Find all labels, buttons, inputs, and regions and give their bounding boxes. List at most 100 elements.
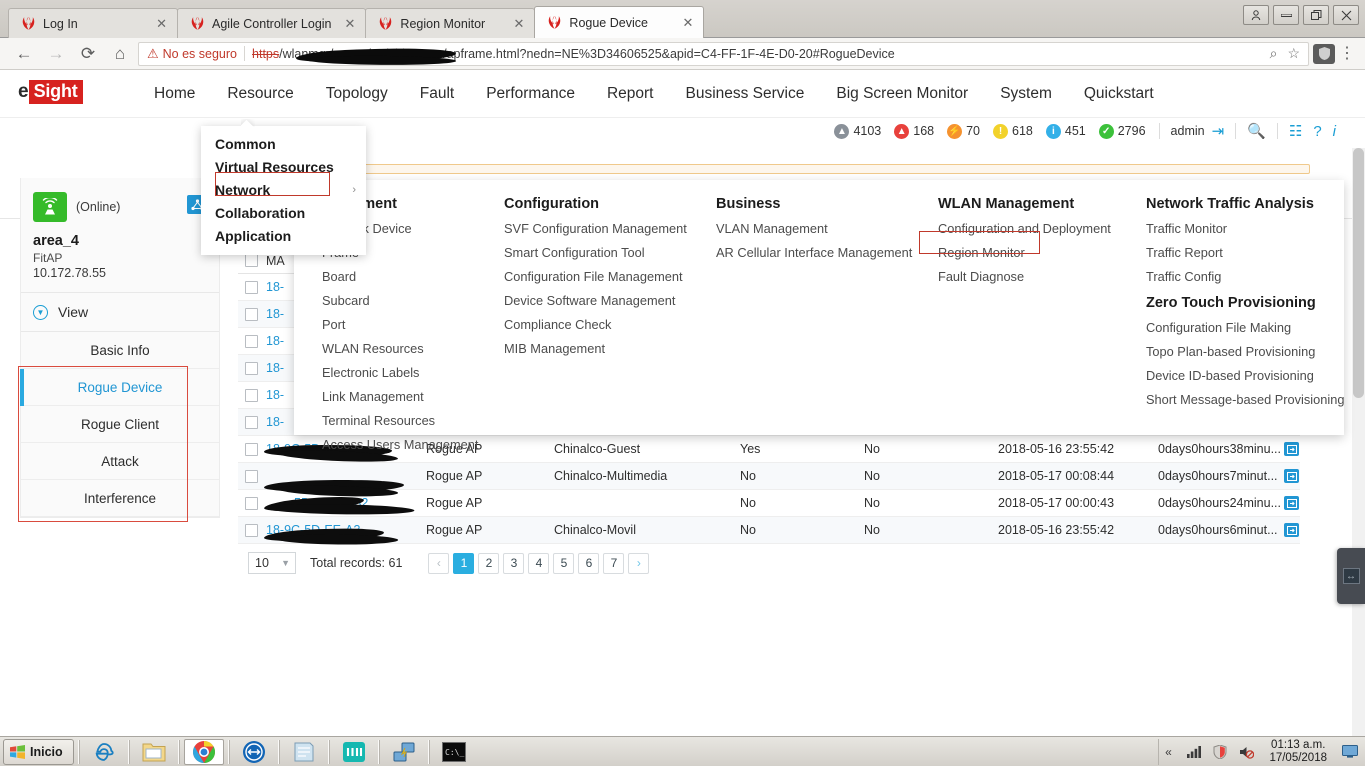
address-bar[interactable]: ⚠ No es seguro https/wlanmgr/pages/ap/ob… bbox=[138, 41, 1309, 66]
cell-mac[interactable]: 5D-EE-A3-32 bbox=[263, 494, 426, 514]
row-checkbox[interactable] bbox=[238, 496, 264, 510]
row-checkbox[interactable] bbox=[238, 523, 264, 537]
row-checkbox[interactable] bbox=[238, 361, 264, 375]
taskbar-item-terminal[interactable]: C:\_ bbox=[434, 739, 474, 765]
page-size-select[interactable]: 10 ▼ bbox=[248, 552, 296, 574]
submenu-link-link-management[interactable]: Link Management bbox=[322, 389, 504, 404]
start-button[interactable]: Inicio bbox=[3, 738, 74, 765]
bookmark-star-icon[interactable]: ☆ bbox=[1287, 45, 1300, 62]
esight-logo[interactable]: e Sight bbox=[18, 80, 83, 104]
submenu-link-vlan-management[interactable]: VLAN Management bbox=[716, 221, 938, 236]
sidebar-item-rogue-client[interactable]: Rogue Client bbox=[21, 406, 219, 443]
submenu-link-svf-configuration-management[interactable]: SVF Configuration Management bbox=[504, 221, 716, 236]
taskbar-item-folder[interactable] bbox=[134, 739, 174, 765]
status-badge-warning[interactable]: ! 618 bbox=[993, 123, 1033, 139]
volume-muted-icon[interactable] bbox=[1237, 743, 1255, 761]
status-badge-info[interactable]: i 451 bbox=[1045, 123, 1086, 139]
taskbar-item-notepad[interactable] bbox=[284, 739, 324, 765]
close-icon[interactable]: ✕ bbox=[150, 16, 167, 32]
prev-page-button[interactable]: ‹ bbox=[428, 552, 450, 574]
sidebar-item-rogue-device[interactable]: Rogue Device bbox=[21, 369, 219, 406]
submenu-link-traffic-monitor[interactable]: Traffic Monitor bbox=[1146, 221, 1346, 236]
locate-icon[interactable] bbox=[1284, 523, 1299, 537]
nav-item-quickstart[interactable]: Quickstart bbox=[1068, 70, 1170, 118]
dropdown-item-application[interactable]: Application bbox=[201, 224, 366, 247]
nav-item-business-service[interactable]: Business Service bbox=[669, 70, 820, 118]
submenu-link-wlan-resources[interactable]: WLAN Resources bbox=[322, 341, 504, 356]
security-warning[interactable]: ⚠ No es seguro bbox=[147, 46, 237, 62]
submenu-link-electronic-labels[interactable]: Electronic Labels bbox=[322, 365, 504, 380]
floating-toolbar-widget[interactable]: ↔ bbox=[1337, 548, 1365, 604]
sitemap-icon[interactable]: ☷ bbox=[1289, 122, 1302, 140]
row-checkbox[interactable] bbox=[238, 415, 264, 429]
page-button-1[interactable]: 1 bbox=[453, 552, 475, 574]
dropdown-item-virtual-resources[interactable]: Virtual Resources bbox=[201, 155, 366, 178]
taskbar-item-internet-explorer[interactable] bbox=[84, 739, 124, 765]
submenu-link-traffic-report[interactable]: Traffic Report bbox=[1146, 245, 1346, 260]
taskbar-clock[interactable]: 01:13 a.m. 17/05/2018 bbox=[1263, 739, 1333, 765]
expand-tray-icon[interactable]: « bbox=[1159, 743, 1177, 761]
row-checkbox[interactable] bbox=[238, 280, 264, 294]
submenu-link-board[interactable]: Board bbox=[322, 269, 504, 284]
submenu-link-smart-configuration-tool[interactable]: Smart Configuration Tool bbox=[504, 245, 716, 260]
page-button-4[interactable]: 4 bbox=[528, 552, 550, 574]
cell-mac[interactable]: 18-9C-5D-EE-A3- bbox=[263, 523, 426, 544]
sidebar-item-attack[interactable]: Attack bbox=[21, 443, 219, 480]
select-all-checkbox[interactable] bbox=[238, 254, 264, 267]
cell-action[interactable] bbox=[1284, 469, 1324, 483]
submenu-link-ar-cellular-interface-management[interactable]: AR Cellular Interface Management bbox=[716, 245, 938, 260]
nav-item-topology[interactable]: Topology bbox=[310, 70, 404, 118]
row-checkbox[interactable] bbox=[238, 388, 264, 402]
nav-item-report[interactable]: Report bbox=[591, 70, 670, 118]
row-checkbox[interactable] bbox=[238, 442, 264, 456]
page-button-2[interactable]: 2 bbox=[478, 552, 500, 574]
submenu-link-topo-plan-based-provisioning[interactable]: Topo Plan-based Provisioning bbox=[1146, 344, 1346, 359]
submenu-link-compliance-check[interactable]: Compliance Check bbox=[504, 317, 716, 332]
page-button-5[interactable]: 5 bbox=[553, 552, 575, 574]
table-row[interactable]: 18-9C-5D-EE-A3- Rogue AP Chinalco-Movil … bbox=[238, 517, 1300, 544]
table-row[interactable]: Rogue AP Chinalco-Multimedia No No 2018-… bbox=[238, 463, 1300, 493]
page-scrollbar[interactable] bbox=[1352, 148, 1365, 736]
taskbar-item-chrome[interactable] bbox=[183, 738, 224, 765]
submenu-link-subcard[interactable]: Subcard bbox=[322, 293, 504, 308]
home-icon[interactable]: ⌂ bbox=[106, 41, 134, 67]
dropdown-item-collaboration[interactable]: Collaboration bbox=[201, 201, 366, 224]
scrollbar-thumb[interactable] bbox=[1353, 148, 1364, 398]
page-button-3[interactable]: 3 bbox=[503, 552, 525, 574]
submenu-link-configuration-and-deployment[interactable]: Configuration and Deployment bbox=[938, 221, 1146, 236]
close-icon[interactable]: ✕ bbox=[508, 16, 525, 32]
browser-tab-1[interactable]: Log In ✕ bbox=[8, 8, 178, 38]
dropdown-item-common[interactable]: Common bbox=[201, 132, 366, 155]
signal-icon[interactable] bbox=[1185, 743, 1203, 761]
row-checkbox[interactable] bbox=[238, 469, 264, 483]
reload-icon[interactable]: ⟳ bbox=[74, 41, 102, 67]
dropdown-item-network[interactable]: Network › bbox=[201, 178, 366, 201]
extension-icon[interactable] bbox=[1313, 43, 1335, 64]
table-row[interactable]: 5D-EE-A3-32 Rogue AP No No 2018-05-17 00… bbox=[238, 490, 1300, 517]
nav-item-resource[interactable]: Resource bbox=[211, 70, 309, 118]
forward-icon[interactable]: → bbox=[42, 41, 70, 67]
nav-item-fault[interactable]: Fault bbox=[404, 70, 470, 118]
locate-icon[interactable] bbox=[1284, 442, 1299, 456]
submenu-link-device-software-management[interactable]: Device Software Management bbox=[504, 293, 716, 308]
submenu-link-traffic-config[interactable]: Traffic Config bbox=[1146, 269, 1346, 284]
show-desktop-icon[interactable] bbox=[1341, 743, 1359, 761]
submenu-link-configuration-file-making[interactable]: Configuration File Making bbox=[1146, 320, 1346, 335]
search-icon[interactable]: ⌕ bbox=[1270, 45, 1278, 62]
submenu-link-configuration-file-management[interactable]: Configuration File Management bbox=[504, 269, 716, 284]
nav-item-home[interactable]: Home bbox=[138, 70, 211, 118]
page-button-6[interactable]: 6 bbox=[578, 552, 600, 574]
submenu-link-fault-diagnose[interactable]: Fault Diagnose bbox=[938, 269, 1146, 284]
submenu-link-device-id-based-provisioning[interactable]: Device ID-based Provisioning bbox=[1146, 368, 1346, 383]
minimize-button[interactable] bbox=[1273, 5, 1299, 25]
close-icon[interactable]: ✕ bbox=[339, 16, 356, 32]
taskbar-item-app[interactable] bbox=[334, 739, 374, 765]
sidebar-item-interference[interactable]: Interference bbox=[21, 480, 219, 517]
browser-tab-2[interactable]: Agile Controller Login ✕ bbox=[177, 8, 367, 38]
browser-tab-4-active[interactable]: Rogue Device ✕ bbox=[534, 6, 705, 38]
row-checkbox[interactable] bbox=[238, 334, 264, 348]
close-button[interactable] bbox=[1333, 5, 1359, 25]
back-icon[interactable]: ← bbox=[10, 41, 38, 67]
info-icon[interactable]: i bbox=[1333, 123, 1336, 140]
submenu-link-region-monitor[interactable]: Region Monitor bbox=[938, 245, 1146, 260]
